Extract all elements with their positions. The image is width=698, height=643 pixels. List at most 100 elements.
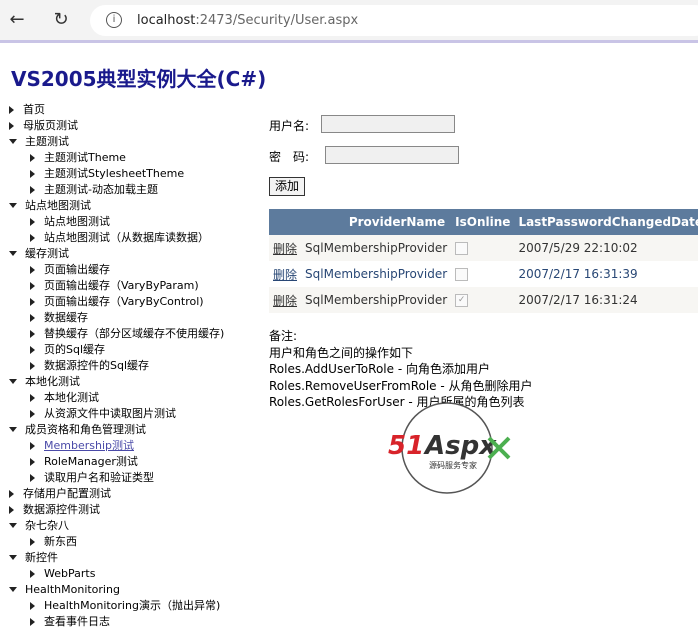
tree-node-label[interactable]: 页的Sql缓存 bbox=[44, 343, 105, 356]
expand-triangle-icon[interactable] bbox=[9, 203, 17, 208]
collapsed-triangle-icon[interactable] bbox=[30, 394, 35, 402]
tree-node-label[interactable]: HealthMonitoring演示（抛出异常) bbox=[44, 599, 220, 612]
tree-node[interactable]: 新控件 bbox=[9, 550, 58, 566]
collapsed-triangle-icon[interactable] bbox=[30, 298, 35, 306]
delete-link[interactable]: 删除 bbox=[273, 268, 297, 282]
tree-node[interactable]: 页的Sql缓存 bbox=[30, 342, 105, 358]
tree-node-label[interactable]: HealthMonitoring bbox=[25, 583, 120, 596]
tree-node[interactable]: WebParts bbox=[30, 566, 95, 582]
tree-node-label[interactable]: 站点地图测试 bbox=[44, 215, 110, 228]
expand-triangle-icon[interactable] bbox=[9, 251, 17, 256]
tree-node[interactable]: 主题测试Theme bbox=[30, 150, 126, 166]
tree-node[interactable]: 数据缓存 bbox=[30, 310, 88, 326]
tree-node-label[interactable]: 主题测试Theme bbox=[44, 151, 126, 164]
tree-node[interactable]: RoleManager测试 bbox=[30, 454, 138, 470]
expand-triangle-icon[interactable] bbox=[9, 555, 17, 560]
tree-node-label[interactable]: 成员资格和角色管理测试 bbox=[25, 423, 146, 436]
tree-node[interactable]: 存储用户配置测试 bbox=[9, 486, 111, 502]
tree-node[interactable]: Membership测试 bbox=[30, 438, 134, 454]
collapsed-triangle-icon[interactable] bbox=[30, 186, 35, 194]
collapsed-triangle-icon[interactable] bbox=[30, 154, 35, 162]
tree-node-label[interactable]: 数据源控件的Sql缓存 bbox=[44, 359, 149, 372]
tree-node-label[interactable]: 替换缓存（部分区域缓存不使用缓存) bbox=[44, 327, 224, 340]
tree-node-label[interactable]: 从资源文件中读取图片测试 bbox=[44, 407, 176, 420]
collapsed-triangle-icon[interactable] bbox=[30, 218, 35, 226]
collapsed-triangle-icon[interactable] bbox=[9, 506, 14, 514]
back-arrow-icon[interactable]: ← bbox=[6, 9, 28, 31]
tree-node-label[interactable]: 杂七杂八 bbox=[25, 519, 69, 532]
tree-node[interactable]: 缓存测试 bbox=[9, 246, 69, 262]
tree-node-label[interactable]: 主题测试 bbox=[25, 135, 69, 148]
tree-node-label[interactable]: 缓存测试 bbox=[25, 247, 69, 260]
collapsed-triangle-icon[interactable] bbox=[30, 234, 35, 242]
tree-node-label[interactable]: 读取用户名和验证类型 bbox=[44, 471, 154, 484]
tree-node[interactable]: 站点地图测试 bbox=[30, 214, 110, 230]
tree-node[interactable]: 杂七杂八 bbox=[9, 518, 69, 534]
collapsed-triangle-icon[interactable] bbox=[30, 330, 35, 338]
tree-node-label[interactable]: 数据缓存 bbox=[44, 311, 88, 324]
tree-node-label[interactable]: 站点地图测试（从数据库读数据） bbox=[44, 231, 209, 244]
collapsed-triangle-icon[interactable] bbox=[30, 170, 35, 178]
delete-link[interactable]: 删除 bbox=[273, 242, 297, 256]
collapsed-triangle-icon[interactable] bbox=[30, 410, 35, 418]
password-input[interactable] bbox=[325, 146, 459, 164]
tree-node[interactable]: 读取用户名和验证类型 bbox=[30, 470, 154, 486]
collapsed-triangle-icon[interactable] bbox=[30, 314, 35, 322]
tree-node[interactable]: 新东西 bbox=[30, 534, 77, 550]
expand-triangle-icon[interactable] bbox=[9, 427, 17, 432]
tree-node-label[interactable]: 本地化测试 bbox=[25, 375, 80, 388]
collapsed-triangle-icon[interactable] bbox=[30, 266, 35, 274]
refresh-icon[interactable]: ↻ bbox=[50, 9, 72, 31]
tree-node[interactable]: 页面输出缓存 bbox=[30, 262, 110, 278]
info-icon[interactable]: i bbox=[106, 12, 122, 28]
collapsed-triangle-icon[interactable] bbox=[30, 282, 35, 290]
address-bar[interactable]: i localhost:2473/Security/User.aspx bbox=[90, 5, 698, 36]
delete-link[interactable]: 删除 bbox=[273, 294, 297, 308]
collapsed-triangle-icon[interactable] bbox=[30, 618, 35, 626]
collapsed-triangle-icon[interactable] bbox=[30, 474, 35, 482]
tree-node[interactable]: HealthMonitoring演示（抛出异常) bbox=[30, 598, 220, 614]
tree-node-label[interactable]: 主题测试StylesheetTheme bbox=[44, 167, 184, 180]
tree-node[interactable]: 本地化测试 bbox=[30, 390, 99, 406]
tree-node-label[interactable]: 主题测试-动态加载主题 bbox=[44, 183, 158, 196]
tree-node-label[interactable]: Membership测试 bbox=[44, 439, 134, 452]
tree-node-label[interactable]: 存储用户配置测试 bbox=[23, 487, 111, 500]
expand-triangle-icon[interactable] bbox=[9, 379, 17, 384]
expand-triangle-icon[interactable] bbox=[9, 139, 17, 144]
expand-triangle-icon[interactable] bbox=[9, 523, 17, 528]
collapsed-triangle-icon[interactable] bbox=[30, 362, 35, 370]
tree-node[interactable]: 母版页测试 bbox=[9, 118, 78, 134]
expand-triangle-icon[interactable] bbox=[9, 587, 17, 592]
tree-node-label[interactable]: 首页 bbox=[23, 103, 45, 116]
tree-node[interactable]: 站点地图测试（从数据库读数据） bbox=[30, 230, 209, 246]
tree-node-label[interactable]: 新东西 bbox=[44, 535, 77, 548]
collapsed-triangle-icon[interactable] bbox=[30, 442, 35, 450]
tree-node-label[interactable]: 页面输出缓存 bbox=[44, 263, 110, 276]
collapsed-triangle-icon[interactable] bbox=[30, 538, 35, 546]
tree-node[interactable]: 站点地图测试 bbox=[9, 198, 91, 214]
tree-node[interactable]: 主题测试StylesheetTheme bbox=[30, 166, 184, 182]
tree-node[interactable]: 查看事件日志 bbox=[30, 614, 110, 630]
tree-node-label[interactable]: RoleManager测试 bbox=[44, 455, 138, 468]
collapsed-triangle-icon[interactable] bbox=[9, 122, 14, 130]
collapsed-triangle-icon[interactable] bbox=[30, 458, 35, 466]
tree-node-label[interactable]: WebParts bbox=[44, 567, 95, 580]
tree-node-label[interactable]: 查看事件日志 bbox=[44, 615, 110, 628]
tree-node-label[interactable]: 新控件 bbox=[25, 551, 58, 564]
tree-node-label[interactable]: 站点地图测试 bbox=[25, 199, 91, 212]
collapsed-triangle-icon[interactable] bbox=[9, 490, 14, 498]
tree-node[interactable]: 首页 bbox=[9, 102, 45, 118]
tree-node[interactable]: 数据源控件测试 bbox=[9, 502, 100, 518]
tree-node[interactable]: 页面输出缓存（VaryByParam) bbox=[30, 278, 199, 294]
collapsed-triangle-icon[interactable] bbox=[9, 106, 14, 114]
tree-node[interactable]: HealthMonitoring bbox=[9, 582, 120, 598]
tree-node-label[interactable]: 本地化测试 bbox=[44, 391, 99, 404]
tree-node[interactable]: 本地化测试 bbox=[9, 374, 80, 390]
tree-node-label[interactable]: 数据源控件测试 bbox=[23, 503, 100, 516]
collapsed-triangle-icon[interactable] bbox=[30, 602, 35, 610]
tree-node-label[interactable]: 母版页测试 bbox=[23, 119, 78, 132]
username-input[interactable] bbox=[321, 115, 455, 133]
tree-node[interactable]: 主题测试-动态加载主题 bbox=[30, 182, 158, 198]
tree-node-label[interactable]: 页面输出缓存（VaryByParam) bbox=[44, 279, 199, 292]
tree-node-label[interactable]: 页面输出缓存（VaryByControl) bbox=[44, 295, 204, 308]
